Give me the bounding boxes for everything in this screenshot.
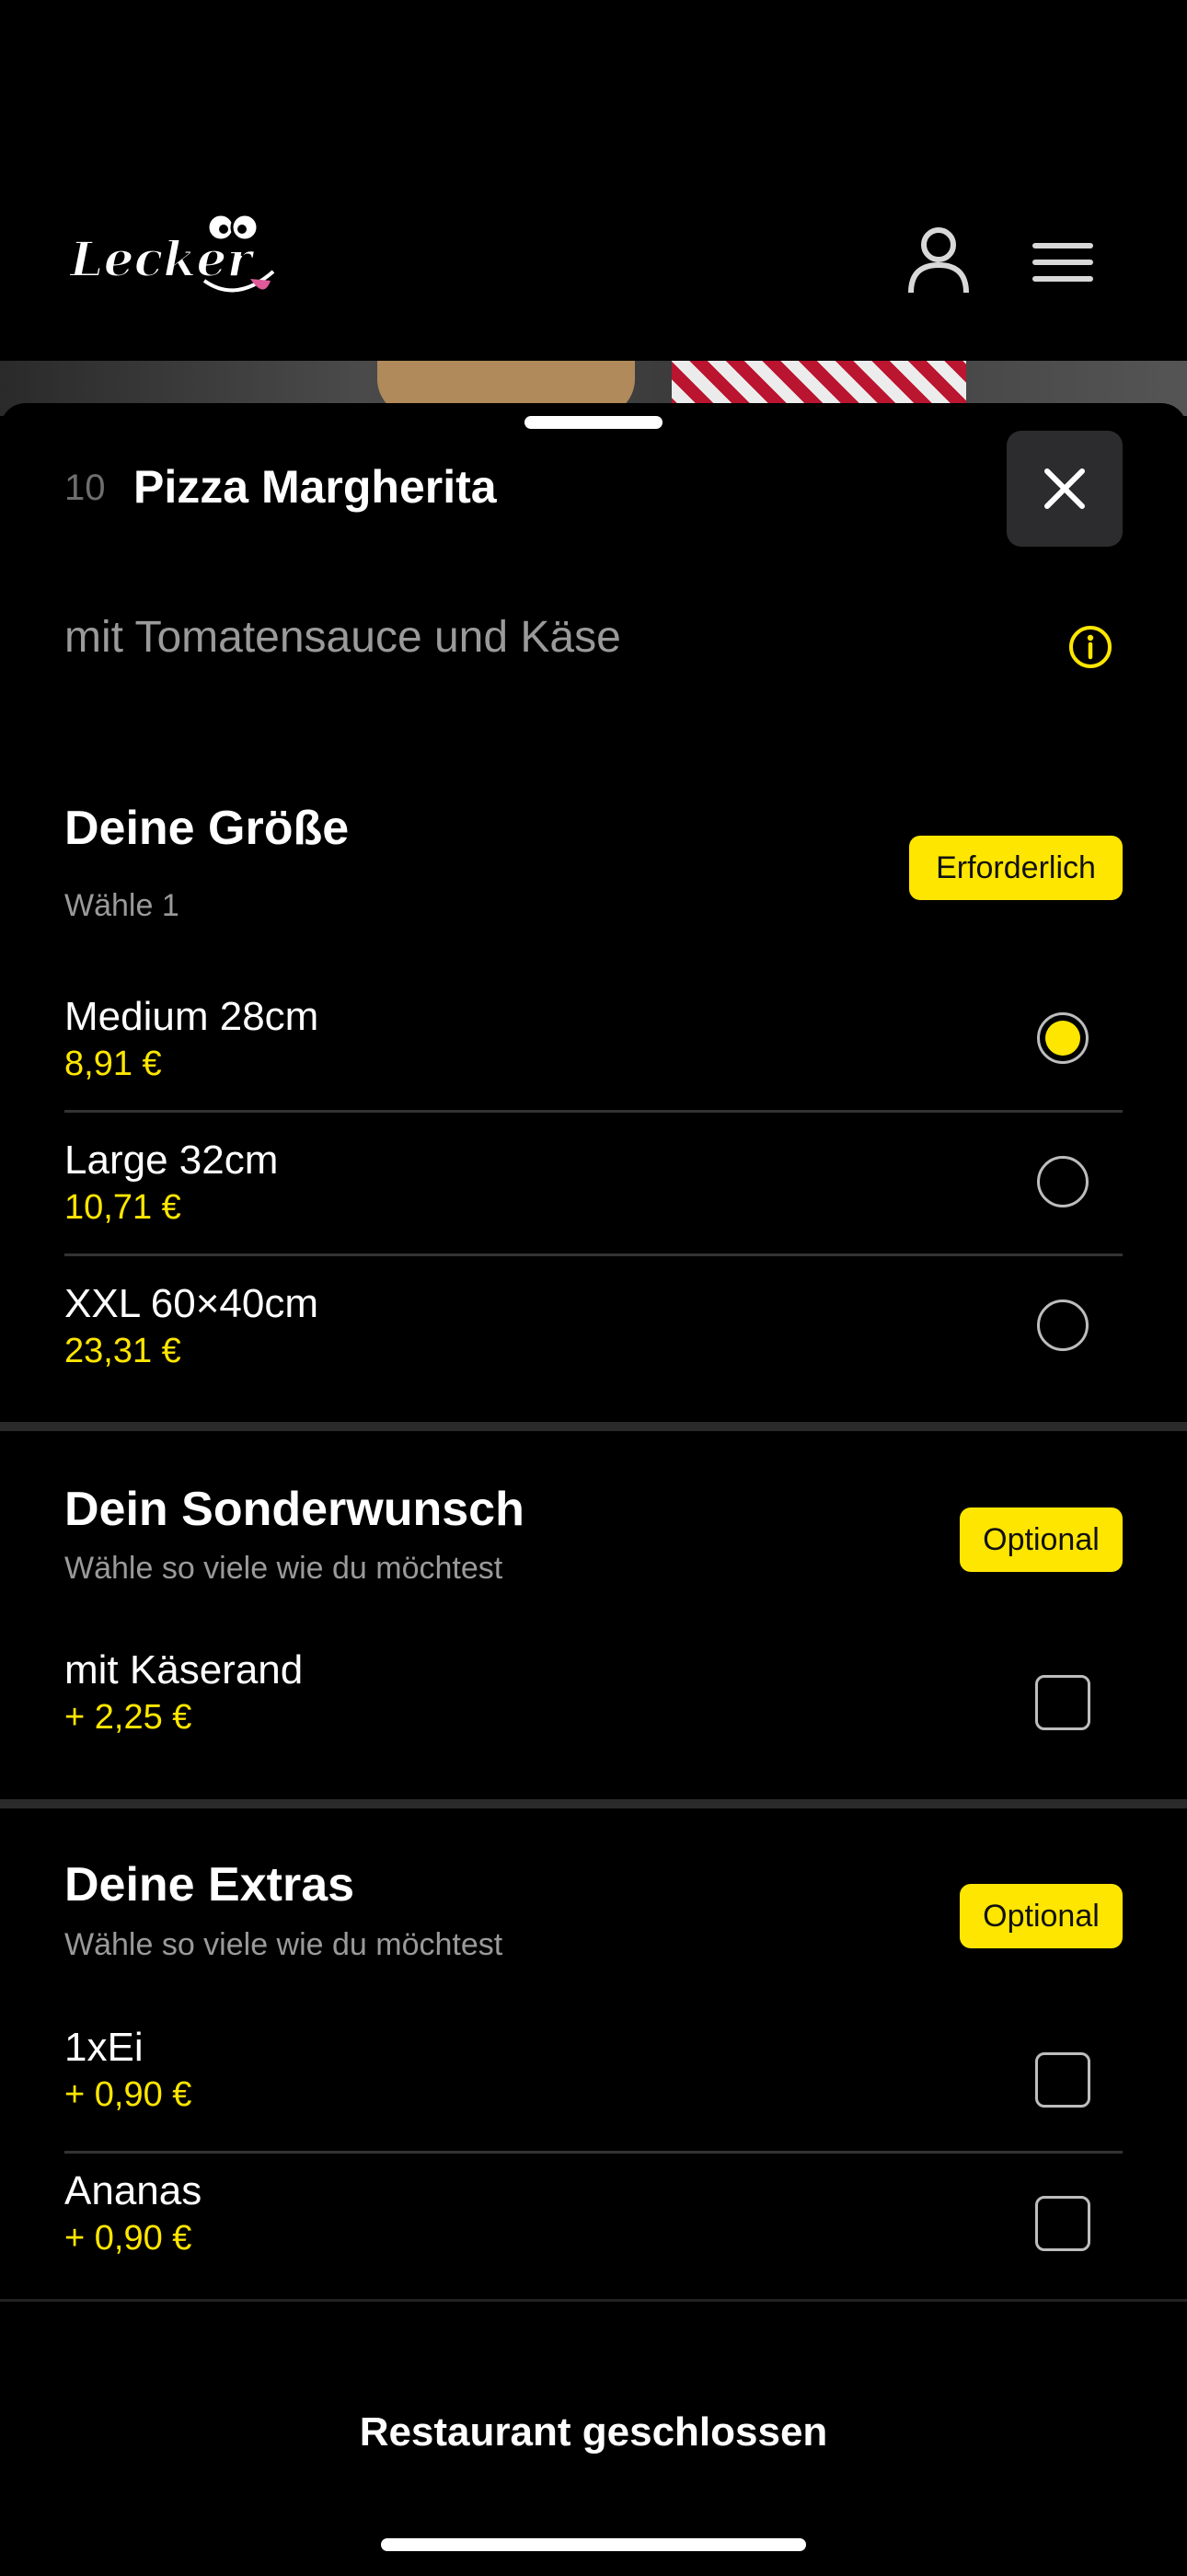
size-option-xxl[interactable]: XXL 60×40cm 23,31 € — [0, 1272, 1187, 1401]
option-label: 1xEi — [64, 2025, 144, 2070]
menu-button[interactable] — [1026, 235, 1100, 290]
radio-unselected[interactable] — [1037, 1300, 1089, 1351]
divider — [64, 1253, 1123, 1256]
checkbox[interactable] — [1035, 1675, 1090, 1730]
item-title: Pizza Margherita — [133, 461, 497, 513]
radio-unselected[interactable] — [1037, 1156, 1089, 1207]
item-number: 10 — [64, 468, 106, 508]
close-button[interactable] — [1007, 431, 1123, 547]
home-indicator[interactable] — [381, 2538, 806, 2551]
radio-selected[interactable] — [1037, 1012, 1089, 1064]
option-label: mit Käserand — [64, 1647, 304, 1692]
extras-section-title: Deine Extras — [64, 1858, 355, 1912]
size-section-subtitle: Wähle 1 — [64, 888, 179, 923]
required-badge: Erforderlich — [909, 836, 1123, 900]
option-price: 8,91 € — [64, 1045, 162, 1083]
divider — [64, 1110, 1123, 1113]
size-option-medium[interactable]: Medium 28cm 8,91 € — [0, 985, 1187, 1114]
size-option-large[interactable]: Large 32cm 10,71 € — [0, 1128, 1187, 1257]
divider — [64, 2151, 1123, 2154]
info-button[interactable] — [1067, 624, 1113, 670]
hamburger-icon — [1032, 243, 1093, 282]
close-icon — [1044, 468, 1085, 509]
special-section-subtitle: Wähle so viele wie du möchtest — [64, 1551, 503, 1586]
checkbox[interactable] — [1035, 2052, 1090, 2108]
option-price: 10,71 € — [64, 1188, 181, 1227]
checkbox[interactable] — [1035, 2196, 1090, 2251]
option-label: Medium 28cm — [64, 994, 319, 1039]
extra-option-ananas[interactable]: Ananas + 0,90 € — [0, 2159, 1187, 2288]
restaurant-closed-status: Restaurant geschlossen — [359, 2409, 828, 2455]
option-label: Ananas — [64, 2168, 202, 2213]
logo-text: Lecker — [68, 232, 255, 288]
option-price: + 0,90 € — [64, 2219, 192, 2258]
item-description: mit Tomatensauce und Käse — [64, 613, 621, 662]
sheet-grabber[interactable] — [524, 416, 663, 429]
option-price: + 2,25 € — [64, 1698, 192, 1737]
special-option-kaeserand[interactable]: mit Käserand + 2,25 € — [0, 1638, 1187, 1767]
section-separator — [0, 1799, 1187, 1808]
user-icon — [908, 227, 969, 294]
option-price: 23,31 € — [64, 1332, 181, 1370]
section-separator — [0, 1422, 1187, 1431]
info-icon — [1069, 626, 1112, 668]
option-price: + 0,90 € — [64, 2075, 192, 2114]
option-label: XXL 60×40cm — [64, 1281, 318, 1326]
optional-badge: Optional — [960, 1884, 1123, 1948]
size-section-title: Deine Größe — [64, 802, 350, 855]
option-label: Large 32cm — [64, 1138, 279, 1183]
optional-badge: Optional — [960, 1507, 1123, 1572]
logo[interactable]: Lecker — [66, 207, 287, 318]
account-button[interactable] — [902, 223, 975, 296]
extras-section-subtitle: Wähle so viele wie du möchtest — [64, 1927, 503, 1962]
special-section-title: Dein Sonderwunsch — [64, 1483, 524, 1536]
extra-option-ei[interactable]: 1xEi + 0,90 € — [0, 2016, 1187, 2144]
